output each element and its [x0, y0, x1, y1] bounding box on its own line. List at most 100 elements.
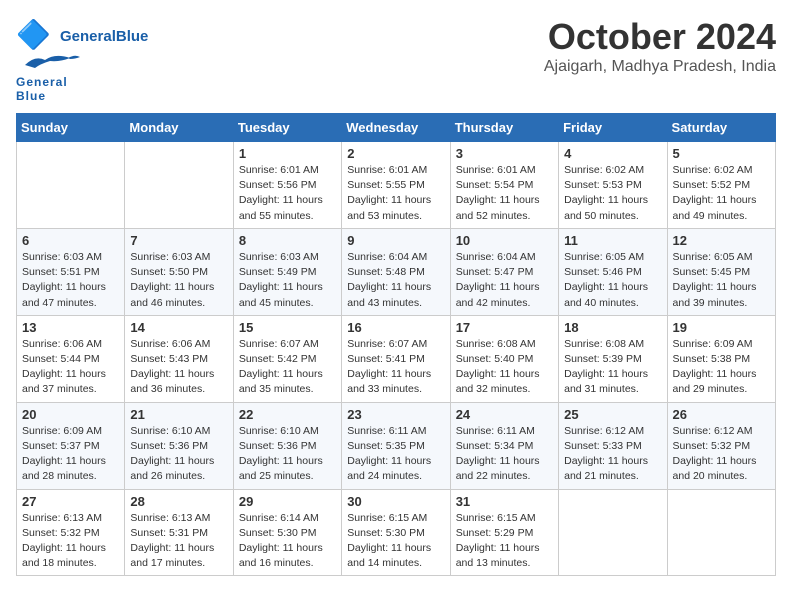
day-number: 12	[673, 233, 770, 248]
calendar-cell: 7 Sunrise: 6:03 AMSunset: 5:50 PMDaylight…	[125, 228, 233, 315]
calendar-week-row: 27 Sunrise: 6:13 AMSunset: 5:32 PMDayligh…	[17, 489, 776, 576]
day-number: 18	[564, 320, 661, 335]
calendar-cell	[17, 142, 125, 229]
day-info: Sunrise: 6:05 AMSunset: 5:46 PMDaylight:…	[564, 250, 661, 311]
day-info: Sunrise: 6:09 AMSunset: 5:37 PMDaylight:…	[22, 424, 119, 485]
day-number: 2	[347, 146, 444, 161]
calendar-cell	[667, 489, 775, 576]
day-number: 1	[239, 146, 336, 161]
day-number: 29	[239, 494, 336, 509]
logo: 🔷 GeneralBlue GeneralBlue	[16, 16, 148, 103]
day-info: Sunrise: 6:10 AMSunset: 5:36 PMDaylight:…	[239, 424, 336, 485]
calendar-cell: 15Sunrise: 6:07 AMSunset: 5:42 PMDayligh…	[233, 315, 341, 402]
day-info: Sunrise: 6:03 AMSunset: 5:51 PMDaylight:…	[22, 250, 119, 311]
calendar-cell: 8Sunrise: 6:03 AMSunset: 5:49 PMDaylight…	[233, 228, 341, 315]
calendar-cell: 30 Sunrise: 6:15 AMSunset: 5:30 PMDayligh…	[342, 489, 450, 576]
calendar-cell: 9 Sunrise: 6:04 AMSunset: 5:48 PMDaylight…	[342, 228, 450, 315]
day-number: 23	[347, 407, 444, 422]
day-info: Sunrise: 6:02 AMSunset: 5:53 PMDaylight:…	[564, 163, 661, 224]
calendar-cell: 26 Sunrise: 6:12 AMSunset: 5:32 PMDayligh…	[667, 402, 775, 489]
calendar-cell: 3 Sunrise: 6:01 AMSunset: 5:54 PMDaylight…	[450, 142, 558, 229]
calendar-cell: 4 Sunrise: 6:02 AMSunset: 5:53 PMDaylight…	[559, 142, 667, 229]
day-number: 26	[673, 407, 770, 422]
day-number: 31	[456, 494, 553, 509]
calendar-cell	[125, 142, 233, 229]
calendar-cell: 10 Sunrise: 6:04 AMSunset: 5:47 PMDayligh…	[450, 228, 558, 315]
day-number: 10	[456, 233, 553, 248]
page-header: 🔷 GeneralBlue GeneralBlue October 2024 A…	[16, 16, 776, 103]
weekday-header-monday: Monday	[125, 114, 233, 142]
day-info: Sunrise: 6:07 AMSunset: 5:41 PMDaylight:…	[347, 337, 444, 398]
weekday-header-thursday: Thursday	[450, 114, 558, 142]
calendar-cell: 24Sunrise: 6:11 AMSunset: 5:34 PMDayligh…	[450, 402, 558, 489]
day-info: Sunrise: 6:10 AMSunset: 5:36 PMDaylight:…	[130, 424, 227, 485]
day-info: Sunrise: 6:01 AMSunset: 5:55 PMDaylight:…	[347, 163, 444, 224]
weekday-header-wednesday: Wednesday	[342, 114, 450, 142]
calendar-cell: 16 Sunrise: 6:07 AMSunset: 5:41 PMDayligh…	[342, 315, 450, 402]
day-number: 4	[564, 146, 661, 161]
day-info: Sunrise: 6:13 AMSunset: 5:31 PMDaylight:…	[130, 511, 227, 572]
calendar-cell: 27 Sunrise: 6:13 AMSunset: 5:32 PMDayligh…	[17, 489, 125, 576]
day-info: Sunrise: 6:01 AMSunset: 5:56 PMDaylight:…	[239, 163, 336, 224]
day-number: 13	[22, 320, 119, 335]
calendar-cell: 13 Sunrise: 6:06 AMSunset: 5:44 PMDayligh…	[17, 315, 125, 402]
weekday-header-saturday: Saturday	[667, 114, 775, 142]
calendar-cell: 21Sunrise: 6:10 AMSunset: 5:36 PMDayligh…	[125, 402, 233, 489]
calendar-cell: 20 Sunrise: 6:09 AMSunset: 5:37 PMDayligh…	[17, 402, 125, 489]
calendar-cell: 23 Sunrise: 6:11 AMSunset: 5:35 PMDayligh…	[342, 402, 450, 489]
day-info: Sunrise: 6:11 AMSunset: 5:35 PMDaylight:…	[347, 424, 444, 485]
day-number: 20	[22, 407, 119, 422]
day-number: 28	[130, 494, 227, 509]
calendar-cell: 28 Sunrise: 6:13 AMSunset: 5:31 PMDayligh…	[125, 489, 233, 576]
day-info: Sunrise: 6:05 AMSunset: 5:45 PMDaylight:…	[673, 250, 770, 311]
day-info: Sunrise: 6:06 AMSunset: 5:44 PMDaylight:…	[22, 337, 119, 398]
day-info: Sunrise: 6:12 AMSunset: 5:32 PMDaylight:…	[673, 424, 770, 485]
day-info: Sunrise: 6:03 AMSunset: 5:49 PMDaylight:…	[239, 250, 336, 311]
location-subtitle: Ajaigarh, Madhya Pradesh, India	[544, 58, 776, 76]
day-number: 11	[564, 233, 661, 248]
day-number: 30	[347, 494, 444, 509]
day-info: Sunrise: 6:15 AMSunset: 5:29 PMDaylight:…	[456, 511, 553, 572]
calendar-cell: 17Sunrise: 6:08 AMSunset: 5:40 PMDayligh…	[450, 315, 558, 402]
day-number: 9	[347, 233, 444, 248]
calendar-cell: 25 Sunrise: 6:12 AMSunset: 5:33 PMDayligh…	[559, 402, 667, 489]
day-info: Sunrise: 6:04 AMSunset: 5:48 PMDaylight:…	[347, 250, 444, 311]
day-info: Sunrise: 6:15 AMSunset: 5:30 PMDaylight:…	[347, 511, 444, 572]
day-number: 7	[130, 233, 227, 248]
day-info: Sunrise: 6:14 AMSunset: 5:30 PMDaylight:…	[239, 511, 336, 572]
day-info: Sunrise: 6:03 AMSunset: 5:50 PMDaylight:…	[130, 250, 227, 311]
calendar-cell: 6 Sunrise: 6:03 AMSunset: 5:51 PMDaylight…	[17, 228, 125, 315]
day-info: Sunrise: 6:08 AMSunset: 5:39 PMDaylight:…	[564, 337, 661, 398]
calendar-cell: 14Sunrise: 6:06 AMSunset: 5:43 PMDayligh…	[125, 315, 233, 402]
calendar-cell: 22Sunrise: 6:10 AMSunset: 5:36 PMDayligh…	[233, 402, 341, 489]
day-number: 27	[22, 494, 119, 509]
calendar-cell: 2 Sunrise: 6:01 AMSunset: 5:55 PMDaylight…	[342, 142, 450, 229]
calendar-cell: 18 Sunrise: 6:08 AMSunset: 5:39 PMDayligh…	[559, 315, 667, 402]
day-number: 17	[456, 320, 553, 335]
day-number: 6	[22, 233, 119, 248]
logo-bird-icon	[20, 50, 80, 70]
svg-text:🔷: 🔷	[16, 18, 51, 51]
weekday-header-friday: Friday	[559, 114, 667, 142]
day-info: Sunrise: 6:01 AMSunset: 5:54 PMDaylight:…	[456, 163, 553, 224]
day-info: Sunrise: 6:11 AMSunset: 5:34 PMDaylight:…	[456, 424, 553, 485]
calendar-week-row: 6 Sunrise: 6:03 AMSunset: 5:51 PMDaylight…	[17, 228, 776, 315]
month-title: October 2024	[544, 16, 776, 58]
day-number: 16	[347, 320, 444, 335]
weekday-header-row: SundayMondayTuesdayWednesdayThursdayFrid…	[17, 114, 776, 142]
day-info: Sunrise: 6:12 AMSunset: 5:33 PMDaylight:…	[564, 424, 661, 485]
day-number: 3	[456, 146, 553, 161]
logo-tagline: GeneralBlue	[16, 75, 68, 103]
calendar-cell	[559, 489, 667, 576]
calendar-week-row: 13 Sunrise: 6:06 AMSunset: 5:44 PMDayligh…	[17, 315, 776, 402]
calendar-cell: 1 Sunrise: 6:01 AMSunset: 5:56 PMDaylight…	[233, 142, 341, 229]
logo-text: GeneralBlue	[60, 28, 148, 45]
day-info: Sunrise: 6:04 AMSunset: 5:47 PMDaylight:…	[456, 250, 553, 311]
day-number: 25	[564, 407, 661, 422]
calendar-cell: 19Sunrise: 6:09 AMSunset: 5:38 PMDayligh…	[667, 315, 775, 402]
day-info: Sunrise: 6:13 AMSunset: 5:32 PMDaylight:…	[22, 511, 119, 572]
day-number: 14	[130, 320, 227, 335]
calendar-cell: 31 Sunrise: 6:15 AMSunset: 5:29 PMDayligh…	[450, 489, 558, 576]
title-block: October 2024 Ajaigarh, Madhya Pradesh, I…	[544, 16, 776, 76]
calendar-cell: 5Sunrise: 6:02 AMSunset: 5:52 PMDaylight…	[667, 142, 775, 229]
